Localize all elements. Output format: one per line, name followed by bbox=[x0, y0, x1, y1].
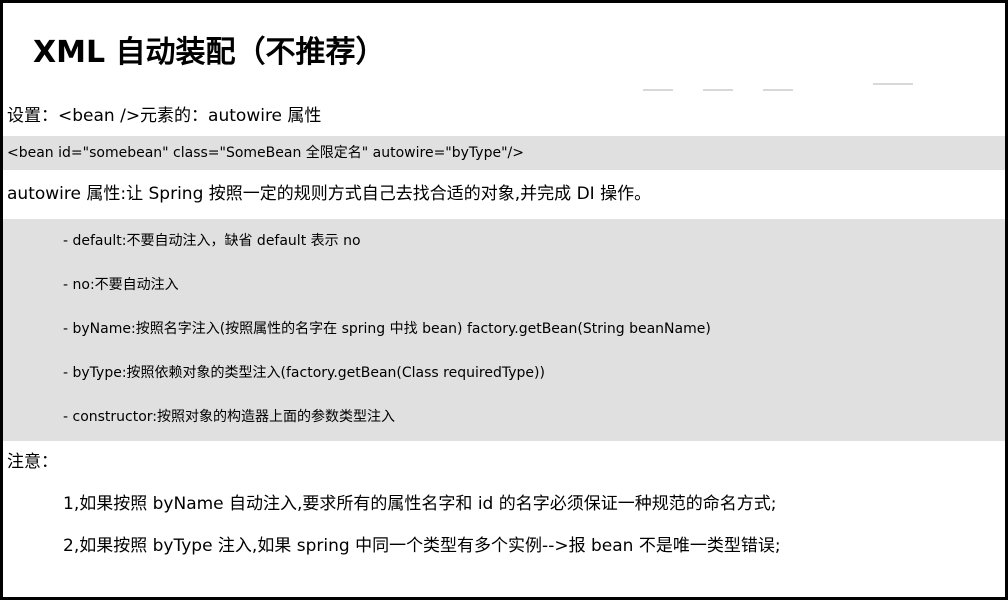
decorative-line bbox=[643, 89, 673, 91]
decorative-line bbox=[873, 83, 913, 85]
option-byname: - byName:按照名字注入(按照属性的名字在 spring 中找 bean)… bbox=[63, 321, 711, 337]
decorative-line bbox=[763, 89, 793, 91]
option-constructor: - constructor:按照对象的构造器上面的参数类型注入 bbox=[63, 409, 396, 425]
code-line: <bean id="somebean" class="SomeBean 全限定名… bbox=[3, 136, 1005, 170]
option-default: - default:不要自动注入，缺省 default 表示 no bbox=[63, 233, 361, 249]
slide-frame: XML 自动装配（不推荐） 设置：<bean />元素的：autowire 属性… bbox=[0, 0, 1008, 600]
decorative-line bbox=[703, 89, 733, 91]
option-bytype: - byType:按照依赖对象的类型注入(factory.getBean(Cla… bbox=[63, 365, 545, 381]
autowire-description: autowire 属性:让 Spring 按照一定的规则方式自己去找合适的对象,… bbox=[7, 184, 652, 204]
setting-line: 设置：<bean />元素的：autowire 属性 bbox=[7, 106, 322, 126]
note-item: 1,如果按照 byName 自动注入,要求所有的属性名字和 id 的名字必须保证… bbox=[63, 494, 777, 514]
note-label: 注意： bbox=[7, 452, 58, 472]
autowire-options: - default:不要自动注入，缺省 default 表示 no - no:不… bbox=[3, 219, 1005, 441]
slide-title: XML 自动装配（不推荐） bbox=[33, 35, 386, 70]
option-no: - no:不要自动注入 bbox=[63, 277, 179, 293]
note-item: 2,如果按照 byType 注入,如果 spring 中同一个类型有多个实例--… bbox=[63, 536, 781, 556]
